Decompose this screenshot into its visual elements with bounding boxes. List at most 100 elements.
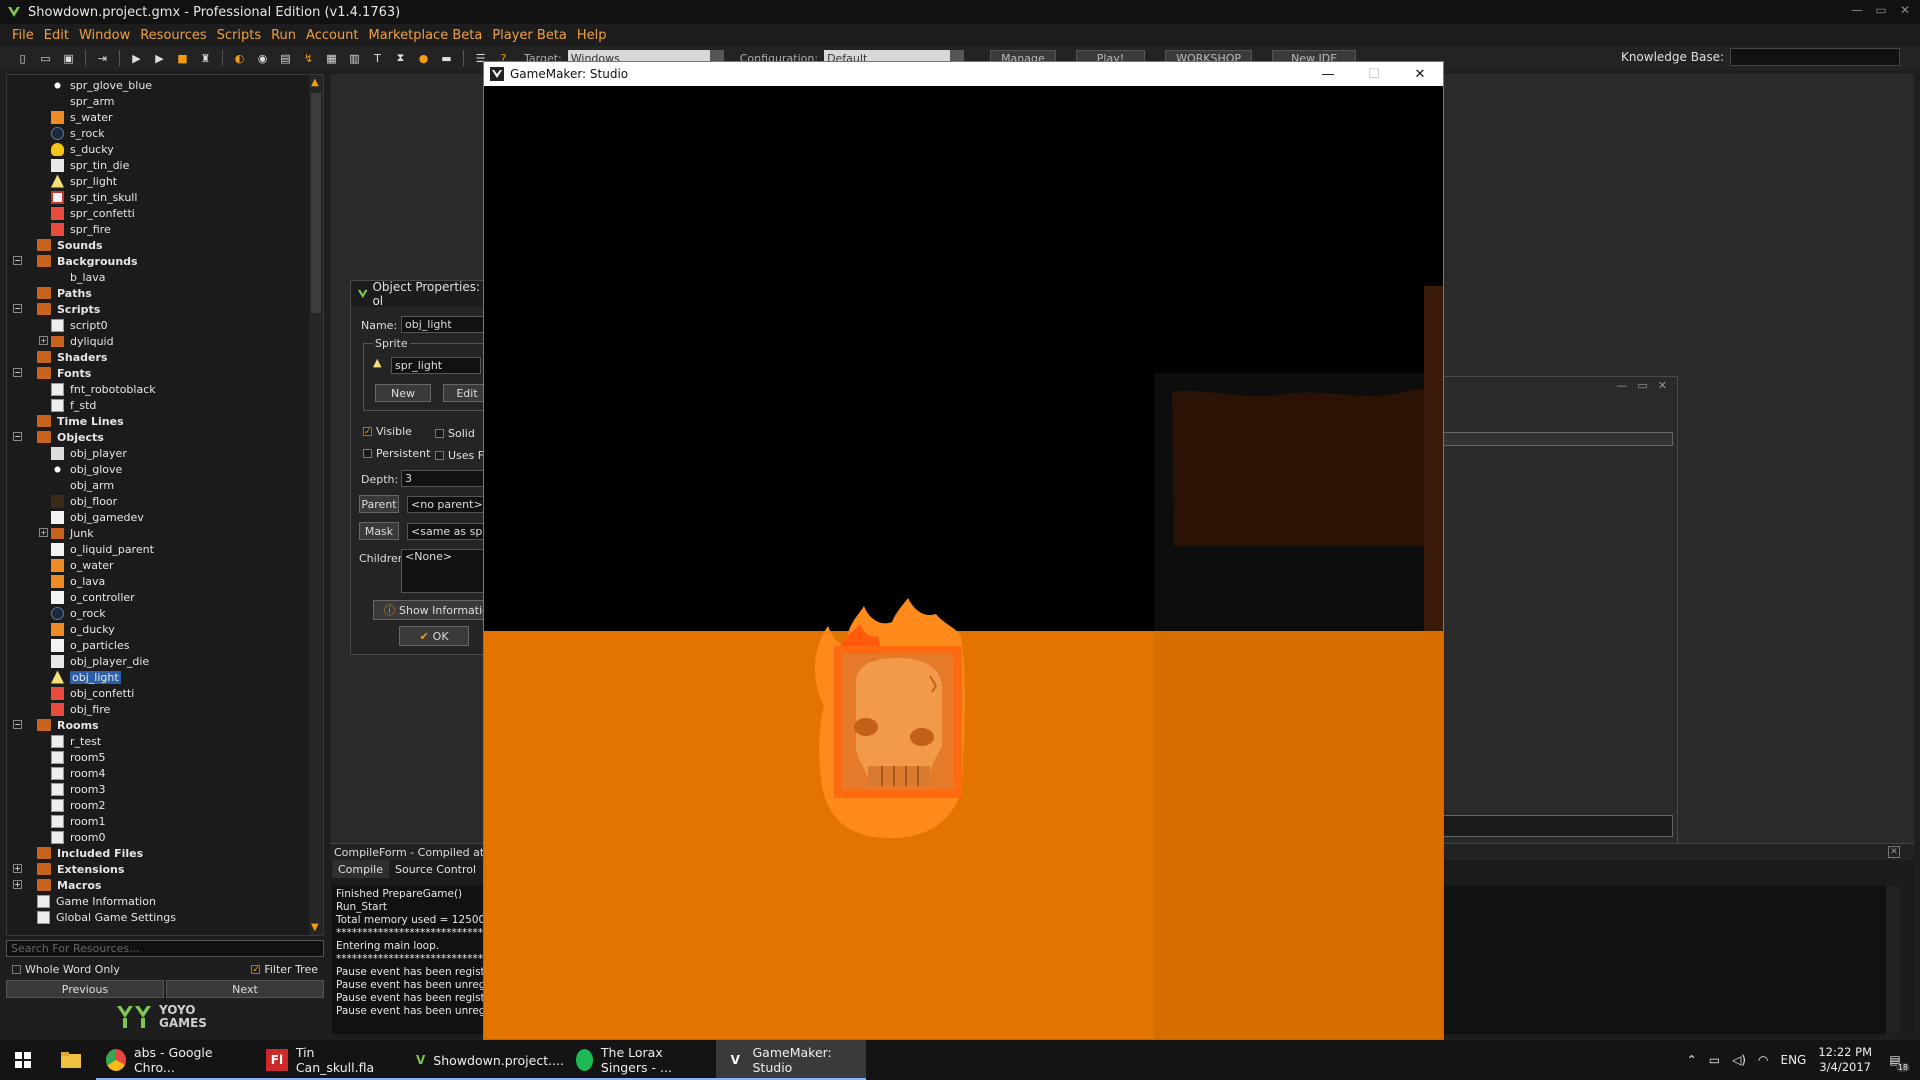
save-project-icon[interactable]: ▣ [60,50,77,67]
tree-folder[interactable]: − Rooms [13,717,99,733]
tree-item[interactable]: room5 [51,749,105,765]
tree-item[interactable]: script0 [51,317,108,333]
shader-icon[interactable]: ▥ [346,50,363,67]
compile-scrollbar[interactable] [1886,886,1900,1034]
name-field[interactable]: obj_light [401,316,491,333]
scroll-thumb[interactable] [311,93,321,313]
tree-item[interactable]: Game Information [37,893,156,909]
close-icon[interactable]: ✕ [1397,62,1443,86]
expand-icon[interactable]: + [39,336,48,345]
parent-field[interactable]: <no parent> [407,496,491,513]
next-button[interactable]: Next [166,980,324,998]
tree-item[interactable]: o_water [51,557,114,573]
sprite-icon[interactable]: ◐ [231,50,248,67]
minimize-icon[interactable]: — [1846,0,1868,20]
taskbar-app-button[interactable]: Fl Tin Can_skull.fla [256,1040,406,1080]
menu-item-run[interactable]: Run [271,28,296,43]
sound-icon[interactable]: ◉ [254,50,271,67]
close-icon[interactable]: ✕ [1658,379,1667,392]
mask-field[interactable]: <same as sprite [407,523,491,540]
bg-window-field[interactable] [1443,815,1673,837]
tree-item[interactable]: o_lava [51,573,105,589]
tree-item[interactable]: obj_player_die [51,653,149,669]
debug-icon[interactable]: ▶ [151,50,168,67]
tree-item[interactable]: obj_player [51,445,127,461]
close-icon[interactable]: ✕ [1888,846,1900,858]
tree-item[interactable]: obj_arm [51,477,114,493]
open-project-icon[interactable]: ▭ [37,50,54,67]
tab-compile[interactable]: Compile [332,860,389,878]
tree-folder[interactable]: Sounds [37,237,103,253]
tree-item[interactable]: s_rock [51,125,105,141]
font-icon[interactable]: T [369,50,386,67]
expand-icon[interactable]: + [13,880,22,889]
tree-folder[interactable]: − Backgrounds [13,253,138,269]
close-icon[interactable]: ✕ [1894,0,1916,20]
tree-folder[interactable]: − Scripts [13,301,100,317]
tree-item[interactable]: obj_light [51,669,121,685]
tree-item[interactable]: + Junk [39,525,94,541]
volume-icon[interactable]: ◁) [1732,1053,1746,1067]
game-canvas[interactable] [484,86,1443,1039]
sprite-field[interactable]: spr_light [391,357,481,374]
new-sprite-button[interactable]: New [375,384,431,402]
knowledge-base-input[interactable] [1730,48,1900,66]
scroll-down-icon[interactable]: ▼ [311,922,319,933]
battery-icon[interactable]: ▭ [1709,1053,1720,1067]
script-icon[interactable]: ▦ [323,50,340,67]
tree-item[interactable]: room1 [51,813,105,829]
tree-item[interactable]: s_ducky [51,141,114,157]
menu-item-resources[interactable]: Resources [140,28,206,43]
tree-item[interactable]: o_ducky [51,621,115,637]
whole-word-checkbox[interactable]: Whole Word Only [12,963,120,976]
children-list[interactable]: <None> [401,549,491,593]
expand-icon[interactable]: + [13,864,22,873]
bg-window-field[interactable] [1443,432,1673,446]
chevron-up-icon[interactable]: ⌃ [1687,1053,1697,1067]
tree-item[interactable]: s_water [51,109,113,125]
object-icon[interactable]: ● [415,50,432,67]
tree-item[interactable]: o_particles [51,637,129,653]
tree-item[interactable]: spr_tin_die [51,157,129,173]
tree-item[interactable]: obj_confetti [51,685,134,701]
maximize-icon[interactable]: ▭ [1870,0,1892,20]
tree-item[interactable]: spr_arm [51,93,115,109]
uses-physics-checkbox[interactable]: Uses F [435,449,484,462]
tree-item[interactable]: spr_fire [51,221,111,237]
tree-item[interactable]: o_liquid_parent [51,541,154,557]
tree-item[interactable]: room4 [51,765,105,781]
tree-item[interactable]: spr_confetti [51,205,135,221]
tree-folder[interactable]: Time Lines [37,413,124,429]
taskbar-app-button[interactable]: ᐯ GameMaker: Studio [716,1040,866,1080]
collapse-icon[interactable]: − [13,304,22,313]
collapse-icon[interactable]: − [13,720,22,729]
resource-search-input[interactable]: Search For Resources... [6,940,324,957]
tree-scrollbar[interactable]: ▲ ▼ [309,75,323,935]
show-information-button[interactable]: ⓘ Show Informatio [373,600,491,620]
tree-item[interactable]: + dyliquid [39,333,114,349]
tree-item[interactable]: obj_floor [51,493,117,509]
ok-button[interactable]: ✔ OK [399,626,469,646]
collapse-icon[interactable]: − [13,432,22,441]
tree-item[interactable]: room3 [51,781,105,797]
tree-folder[interactable]: Shaders [37,349,107,365]
menu-item-player[interactable]: Player Beta [492,28,567,43]
tree-item[interactable]: f_std [51,397,96,413]
resource-tree[interactable]: ▲ ▼ spr_glove_blue spr_arm s_water s_rock s_… [6,74,324,936]
tree-item[interactable]: obj_fire [51,701,110,717]
previous-button[interactable]: Previous [6,980,164,998]
depth-field[interactable]: 3 [401,470,491,487]
tree-item[interactable]: o_controller [51,589,135,605]
collapse-icon[interactable]: − [13,256,22,265]
tree-folder[interactable]: − Objects [13,429,104,445]
tree-folder[interactable]: + Extensions [13,861,124,877]
timeline-icon[interactable]: ⧗ [392,50,409,67]
menu-item-help[interactable]: Help [577,28,607,43]
tree-item[interactable]: obj_gamedev [51,509,144,525]
notification-center-button[interactable]: ▤ 18 [1884,1050,1910,1072]
taskbar-app-button[interactable]: ᐯ Showdown.project.... [406,1040,566,1080]
scroll-up-icon[interactable]: ▲ [311,77,319,88]
file-explorer-button[interactable] [46,1040,96,1080]
menu-item-scripts[interactable]: Scripts [217,28,261,43]
tree-item[interactable]: o_rock [51,605,106,621]
